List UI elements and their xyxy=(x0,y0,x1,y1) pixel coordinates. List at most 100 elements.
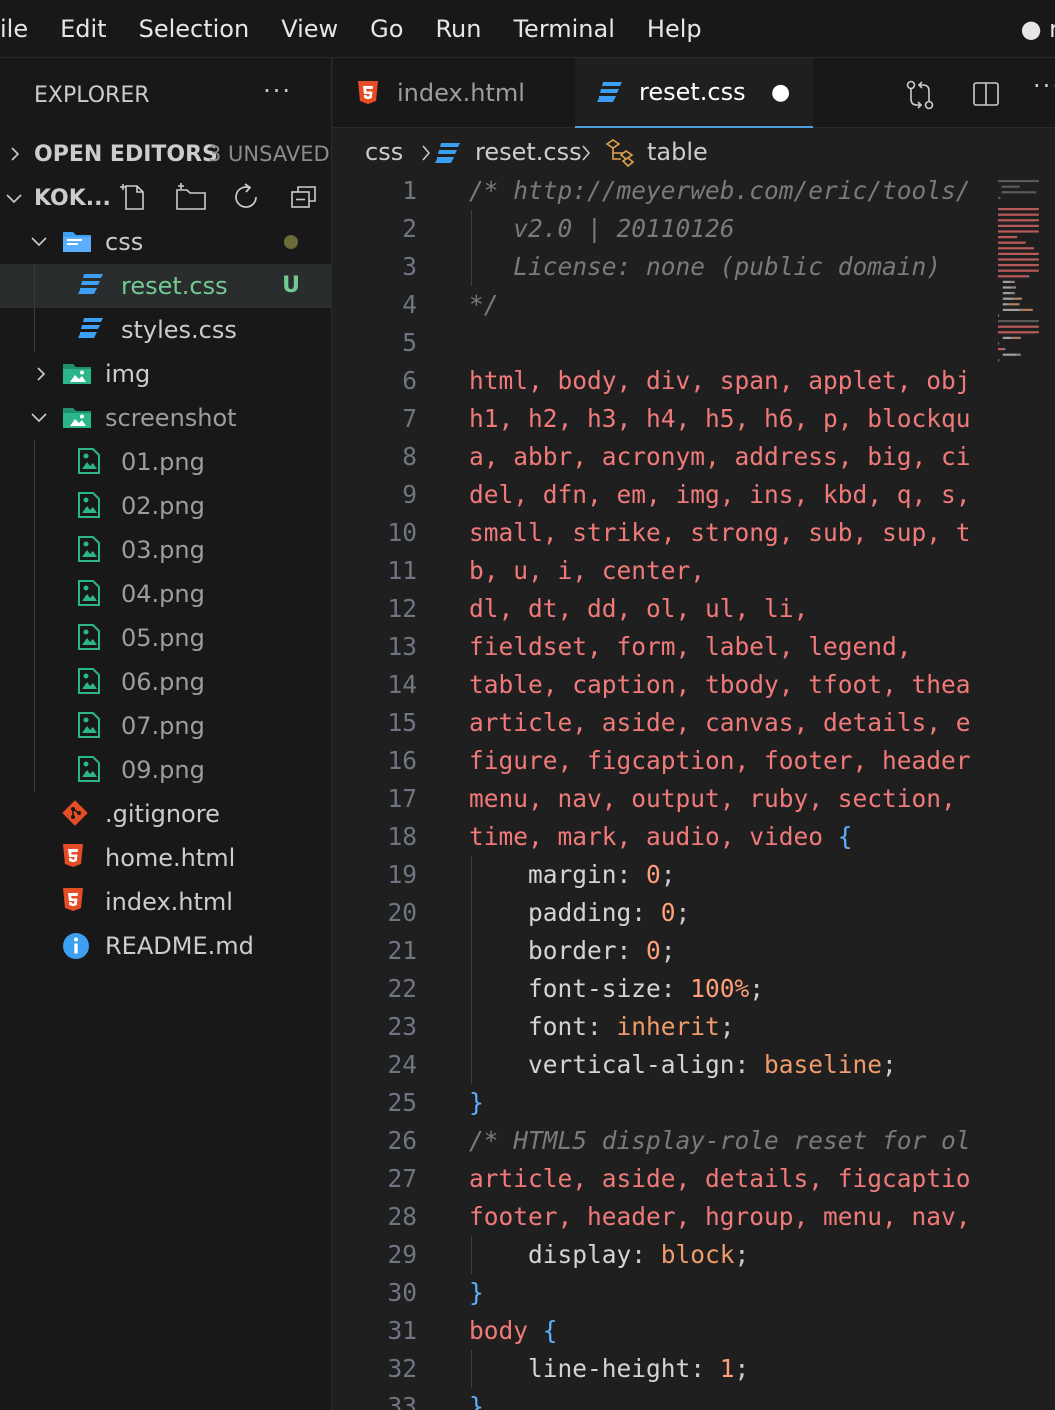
menu-item-go[interactable]: Go xyxy=(354,0,419,58)
tree-item[interactable]: img xyxy=(0,352,331,396)
tree-item-label: 01.png xyxy=(121,448,205,476)
menu-item-view[interactable]: View xyxy=(265,0,354,58)
code-line: 17 menu, nav, output, ruby, section, xyxy=(333,780,1055,818)
line-number: 24 xyxy=(387,1050,417,1079)
line-number: 25 xyxy=(387,1088,417,1117)
image-file-icon xyxy=(78,448,106,476)
chevron-right-icon xyxy=(422,145,430,161)
split-editor-icon[interactable] xyxy=(972,80,1000,108)
image-file-icon xyxy=(78,624,106,652)
explorer-sidebar: EXPLORER ··· OPEN EDITORS 3 UNSAVED KOK.… xyxy=(0,58,332,1410)
code-line: 31 body { xyxy=(333,1312,1055,1350)
code-text: del, dfn, em, img, ins, kbd, q, s, xyxy=(469,480,971,509)
minimap-line xyxy=(998,258,1039,261)
new-file-icon[interactable] xyxy=(120,182,148,212)
tree-item[interactable]: styles.css xyxy=(0,308,331,352)
tree-item[interactable]: 06.png xyxy=(0,660,331,704)
code-text: html, body, div, span, applet, obj xyxy=(469,366,971,395)
unsaved-dot-icon[interactable]: ● xyxy=(771,80,790,105)
line-number: 13 xyxy=(387,632,417,661)
breadcrumb-folder[interactable]: css xyxy=(365,138,403,166)
tree-item[interactable]: home.html xyxy=(0,836,331,880)
code-line: 3 License: none (public domain) xyxy=(333,248,1055,286)
tree-item[interactable]: css xyxy=(0,220,331,264)
line-number: 2 xyxy=(402,214,417,243)
code-text: display: block; xyxy=(469,1240,750,1269)
menu-item-terminal[interactable]: Terminal xyxy=(497,0,630,58)
info-icon xyxy=(62,932,90,960)
code-text: article, aside, canvas, details, e xyxy=(469,708,971,737)
minimap-line xyxy=(1013,336,1020,339)
code-line: 29 display: block; xyxy=(333,1236,1055,1274)
open-editors-section[interactable]: OPEN EDITORS 3 UNSAVED xyxy=(0,132,331,176)
refresh-icon[interactable] xyxy=(232,182,262,212)
code-editor[interactable]: 1 /* http://meyerweb.com/eric/tools/2 v2.… xyxy=(333,176,1055,1410)
minimap-line xyxy=(998,275,1028,278)
tree-item[interactable]: 09.png xyxy=(0,748,331,792)
minimap-line xyxy=(1001,191,1037,194)
minimap-line xyxy=(1011,336,1014,339)
menu-item-help[interactable]: Help xyxy=(631,0,718,58)
folder-icon xyxy=(62,228,91,256)
minimap-line xyxy=(1002,303,1008,306)
code-text: vertical-align: baseline; xyxy=(469,1050,897,1079)
more-actions-icon[interactable]: ··· xyxy=(1033,72,1055,100)
minimap-line xyxy=(998,180,1039,183)
code-text: time, mark, audio, video { xyxy=(469,822,853,851)
tab-reset-css[interactable]: reset.css ● xyxy=(575,58,813,128)
menu-item-selection[interactable]: Selection xyxy=(123,0,266,58)
line-number: 33 xyxy=(387,1392,417,1410)
line-number: 9 xyxy=(402,480,417,509)
tree-item[interactable]: 05.png xyxy=(0,616,331,660)
minimap-line xyxy=(1013,286,1015,289)
unsaved-count-badge: 3 UNSAVED xyxy=(208,142,330,166)
line-number: 5 xyxy=(402,328,417,357)
open-editors-label: OPEN EDITORS xyxy=(34,141,218,167)
image-folder-icon xyxy=(62,404,91,432)
chevron-right-icon xyxy=(582,145,590,161)
line-number: 18 xyxy=(387,822,417,851)
open-changes-icon[interactable] xyxy=(905,79,935,111)
menu-item-edit[interactable]: Edit xyxy=(44,0,122,58)
collapse-all-icon[interactable] xyxy=(289,182,319,212)
minimap-line xyxy=(998,331,1039,334)
menu-item-ile[interactable]: ile xyxy=(0,0,44,58)
line-number: 32 xyxy=(387,1354,417,1383)
line-number: 26 xyxy=(387,1126,417,1155)
tree-item[interactable]: 04.png xyxy=(0,572,331,616)
menu-item-run[interactable]: Run xyxy=(419,0,497,58)
breadcrumb: css reset.css table xyxy=(333,128,1055,176)
tree-item[interactable]: 02.png xyxy=(0,484,331,528)
tab-index-html[interactable]: index.html xyxy=(333,58,569,128)
tree-item[interactable]: README.md xyxy=(0,924,331,968)
tree-item[interactable]: screenshot xyxy=(0,396,331,440)
line-number: 20 xyxy=(387,898,417,927)
tree-item[interactable]: .gitignore xyxy=(0,792,331,836)
tree-item-label: 07.png xyxy=(121,712,205,740)
minimap[interactable] xyxy=(996,176,1055,376)
more-actions-icon[interactable]: ··· xyxy=(263,77,292,105)
new-folder-icon[interactable] xyxy=(175,182,207,212)
workspace-section[interactable]: KOK... xyxy=(0,176,331,220)
code-text: fieldset, form, label, legend, xyxy=(469,632,912,661)
tree-item[interactable]: reset.css U xyxy=(0,264,331,308)
minimap-line xyxy=(1028,275,1030,278)
minimap-line xyxy=(1012,292,1014,295)
minimap-line xyxy=(1004,348,1006,351)
tree-item[interactable]: 01.png xyxy=(0,440,331,484)
tree-item[interactable]: 03.png xyxy=(0,528,331,572)
code-text: article, aside, details, figcaptio xyxy=(469,1164,971,1193)
indent-guide xyxy=(34,440,35,792)
tree-item-label: reset.css xyxy=(121,272,228,300)
tree-item-label: home.html xyxy=(105,844,236,872)
tree-item[interactable]: index.html xyxy=(0,880,331,924)
tree-item[interactable]: 07.png xyxy=(0,704,331,748)
breadcrumb-symbol[interactable]: table xyxy=(647,138,708,166)
minimap-line xyxy=(998,208,1039,211)
code-line: 30} xyxy=(333,1274,1055,1312)
breadcrumb-file[interactable]: reset.css xyxy=(475,138,582,166)
css3-icon xyxy=(597,82,622,102)
window-title: ● r xyxy=(1020,15,1055,43)
untracked-badge: U xyxy=(282,273,300,298)
minimap-line xyxy=(998,269,1039,272)
